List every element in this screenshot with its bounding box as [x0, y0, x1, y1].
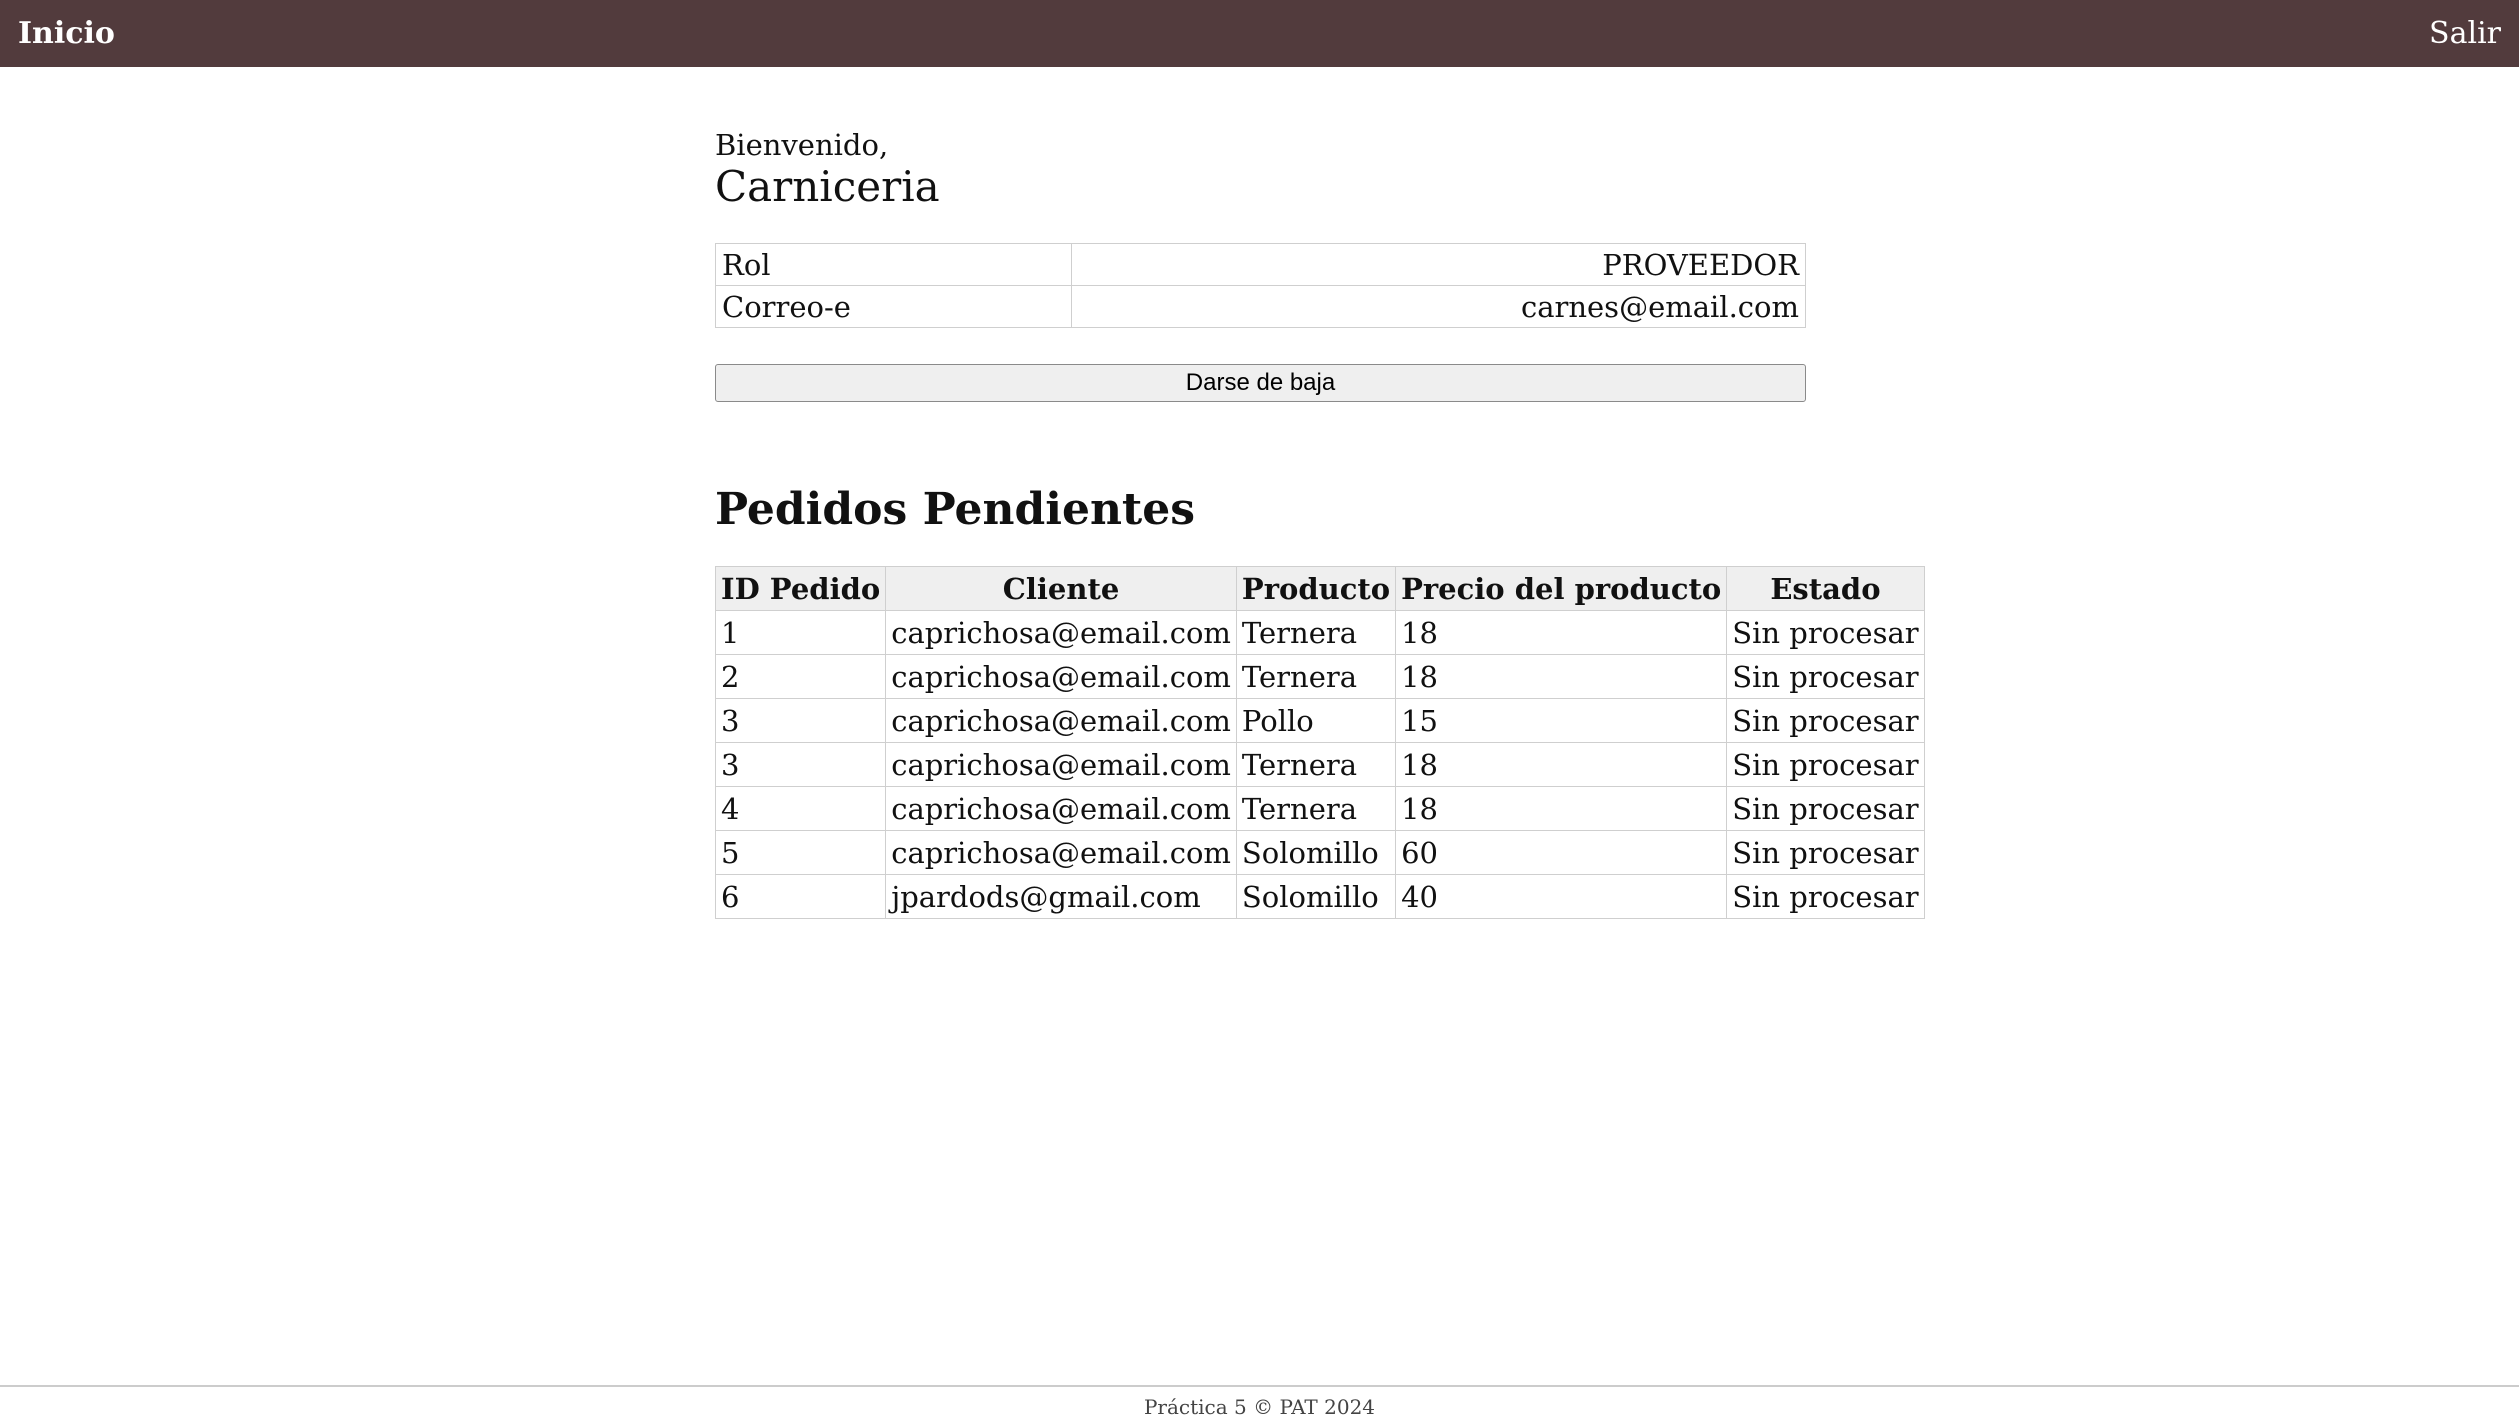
profile-row-email: Correo-e carnes@email.com: [715, 285, 1806, 329]
nav-logout-link[interactable]: Salir: [2429, 18, 2501, 49]
product-cell: Ternera: [1235, 654, 1397, 700]
product-cell: Ternera: [1235, 742, 1397, 788]
profile-field-value: carnes@email.com: [1071, 285, 1806, 329]
order-id-cell: 3: [714, 698, 887, 744]
order-id-cell: 1: [714, 610, 887, 656]
price-cell: 18: [1395, 742, 1728, 788]
column-header-status: Estado: [1726, 566, 1925, 612]
order-id-cell: 2: [714, 654, 887, 700]
price-cell: 40: [1395, 874, 1728, 920]
product-cell: Ternera: [1235, 786, 1397, 832]
status-cell: Sin procesar: [1726, 654, 1925, 700]
client-cell: caprichosa@email.com: [885, 742, 1237, 788]
order-id-cell: 3: [714, 742, 887, 788]
table-row: 3 caprichosa@email.com Pollo 15 Sin procesar: [714, 698, 1925, 744]
footer-text: Práctica 5 © PAT 2024: [1143, 1395, 1376, 1419]
main-content: Bienvenido, Carniceria Rol PROVEEDOR Cor…: [714, 128, 1925, 920]
column-header-price: Precio del producto: [1395, 566, 1728, 612]
price-cell: 15: [1395, 698, 1728, 744]
column-header-client: Cliente: [885, 566, 1237, 612]
status-cell: Sin procesar: [1726, 698, 1925, 744]
nav-home-link[interactable]: Inicio: [18, 18, 115, 49]
pending-orders-table: ID Pedido Cliente Producto Precio del pr…: [714, 566, 1925, 920]
top-navbar: Inicio Salir: [0, 0, 2519, 67]
table-row: 1 caprichosa@email.com Ternera 18 Sin proces…: [714, 610, 1925, 656]
product-cell: Solomillo: [1235, 830, 1397, 876]
client-cell: jpardods@gmail.com: [885, 874, 1237, 920]
status-cell: Sin procesar: [1726, 610, 1925, 656]
unsubscribe-button[interactable]: Darse de baja: [715, 364, 1806, 403]
client-cell: caprichosa@email.com: [885, 654, 1237, 700]
status-cell: Sin procesar: [1726, 786, 1925, 832]
table-row: 2 caprichosa@email.com Ternera 18 Sin proces…: [714, 654, 1925, 700]
client-cell: caprichosa@email.com: [885, 698, 1237, 744]
table-row: 4 caprichosa@email.com Ternera 18 Sin proces…: [714, 786, 1925, 832]
status-cell: Sin procesar: [1726, 742, 1925, 788]
client-cell: caprichosa@email.com: [885, 786, 1237, 832]
pending-orders-title: Pedidos Pendientes: [715, 484, 1196, 536]
table-row: 3 caprichosa@email.com Ternera 18 Sin proces…: [714, 742, 1925, 788]
column-header-order-id: ID Pedido: [714, 566, 887, 612]
product-cell: Ternera: [1235, 610, 1397, 656]
order-id-cell: 6: [714, 874, 887, 920]
profile-row-role: Rol PROVEEDOR: [715, 243, 1806, 287]
profile-field-value: PROVEEDOR: [1071, 243, 1806, 287]
status-cell: Sin procesar: [1726, 830, 1925, 876]
column-header-product: Producto: [1235, 566, 1397, 612]
page-footer: Práctica 5 © PAT 2024: [0, 1385, 2519, 1421]
client-cell: caprichosa@email.com: [885, 830, 1237, 876]
price-cell: 18: [1395, 654, 1728, 700]
status-cell: Sin procesar: [1726, 874, 1925, 920]
table-header-row: ID Pedido Cliente Producto Precio del pr…: [714, 566, 1925, 612]
profile-info-table: Rol PROVEEDOR Correo-e carnes@email.com: [715, 243, 1806, 329]
client-cell: caprichosa@email.com: [885, 610, 1237, 656]
price-cell: 18: [1395, 786, 1728, 832]
price-cell: 18: [1395, 610, 1728, 656]
price-cell: 60: [1395, 830, 1728, 876]
order-id-cell: 4: [714, 786, 887, 832]
product-cell: Pollo: [1235, 698, 1397, 744]
product-cell: Solomillo: [1235, 874, 1397, 920]
profile-field-label: Rol: [715, 243, 1072, 287]
table-row: 6 jpardods@gmail.com Solomillo 40 Sin proces…: [714, 874, 1925, 920]
profile-field-label: Correo-e: [715, 285, 1072, 329]
table-row: 5 caprichosa@email.com Solomillo 60 Sin proc…: [714, 830, 1925, 876]
welcome-text: Bienvenido,: [715, 128, 889, 162]
order-id-cell: 5: [714, 830, 887, 876]
user-name: Carniceria: [715, 161, 940, 211]
